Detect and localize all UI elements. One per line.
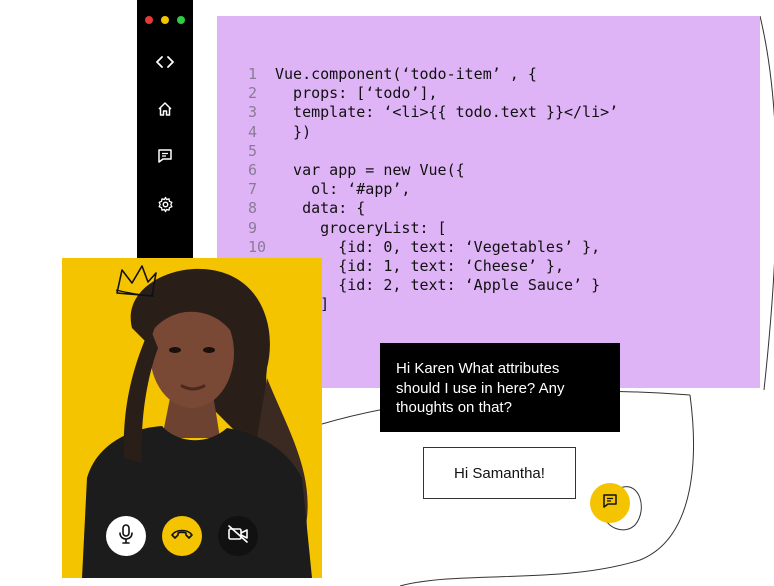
app-sidebar: [137, 0, 193, 300]
end-call-button[interactable]: [162, 516, 202, 556]
code-text: data: {: [275, 199, 366, 218]
code-text: props: [‘todo’],: [275, 84, 438, 103]
code-text: ol: ‘#app’,: [275, 180, 411, 199]
code-line: 1 Vue.component(‘todo-item’ , {: [248, 65, 618, 84]
code-line: 9 groceryList: [: [248, 219, 618, 238]
line-number: 3: [248, 103, 258, 122]
code-line: 7 ol: ‘#app’,: [248, 180, 618, 199]
code-line: 5: [248, 142, 618, 161]
line-number: 10: [248, 237, 267, 256]
canvas: 1 Vue.component(‘todo-item’ , {2 props: […: [0, 0, 774, 586]
window-controls: [145, 16, 185, 24]
code-text: template: ‘<li>{{ todo.text }}</li>’: [275, 103, 619, 122]
code-line: 3 template: ‘<li>{{ todo.text }}</li>’: [248, 103, 618, 122]
code-line: 6 var app = new Vue({: [248, 161, 618, 180]
maximize-dot[interactable]: [177, 16, 185, 24]
camera-toggle-button[interactable]: [218, 516, 258, 556]
message-icon: [602, 493, 618, 514]
microphone-icon: [118, 523, 134, 549]
code-icon[interactable]: [155, 52, 175, 72]
hang-up-icon: [170, 527, 194, 546]
code-line: 8 data: {: [248, 199, 618, 218]
code-line: 2 props: [‘todo’],: [248, 84, 618, 103]
line-number: 1: [248, 65, 258, 83]
minimize-dot[interactable]: [161, 16, 169, 24]
video-call-card: [62, 258, 322, 578]
code-text: {id: 2, text: ‘Apple Sauce’ }: [275, 276, 601, 295]
message-icon[interactable]: [155, 146, 175, 166]
line-number: 4: [248, 122, 258, 141]
camera-off-icon: [227, 524, 249, 548]
line-number: 2: [248, 84, 258, 103]
outgoing-message-text: Hi Samantha!: [454, 464, 545, 482]
code-line: 4 }): [248, 123, 618, 142]
line-number: 9: [248, 218, 258, 237]
incoming-message-text: Hi Karen What attributes should I use in…: [396, 360, 565, 416]
code-line: 10 {id: 0, text: ‘Vegetables’ },: [248, 238, 618, 257]
code-text: {id: 0, text: ‘Vegetables’ },: [275, 237, 601, 256]
code-text: var app = new Vue({: [275, 161, 465, 180]
line-number: 8: [248, 199, 258, 218]
incoming-message-bubble: Hi Karen What attributes should I use in…: [380, 343, 620, 432]
code-text: groceryList: [: [275, 218, 447, 237]
gear-icon[interactable]: [155, 194, 175, 214]
line-number: 5: [248, 141, 258, 160]
outgoing-message-bubble: Hi Samantha!: [423, 447, 576, 499]
chat-button[interactable]: [590, 483, 630, 523]
home-icon[interactable]: [155, 99, 175, 119]
line-number: 7: [248, 180, 258, 199]
line-number: 6: [248, 161, 258, 180]
code-text: Vue.component(‘todo-item’ , {: [275, 65, 537, 83]
code-text: }): [275, 122, 312, 141]
close-dot[interactable]: [145, 16, 153, 24]
microphone-button[interactable]: [106, 516, 146, 556]
